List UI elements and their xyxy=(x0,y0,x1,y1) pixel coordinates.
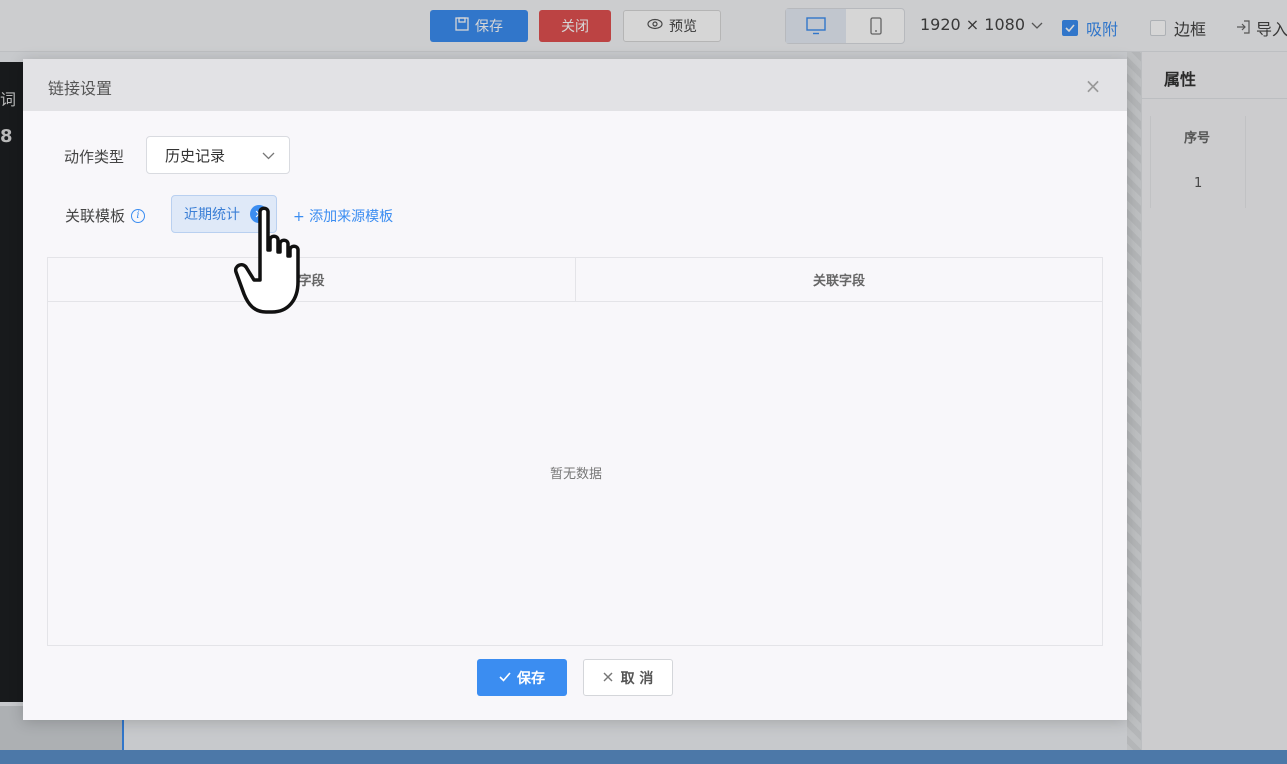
template-label: 关联模板 xyxy=(65,207,126,225)
save-button-label: 保存 xyxy=(517,670,545,687)
save-button[interactable]: 保存 xyxy=(477,659,567,696)
action-type-label: 动作类型 xyxy=(64,148,125,166)
add-source-template-link[interactable]: + 添加来源模板 xyxy=(293,206,393,226)
empty-state-text: 暂无数据 xyxy=(549,467,602,482)
dialog-title: 链接设置 xyxy=(48,79,113,98)
cancel-button[interactable]: 取 消 xyxy=(583,659,673,696)
dialog-header: 链接设置 × xyxy=(23,59,1127,111)
chevron-down-icon xyxy=(262,146,275,164)
column-header-field: 字段 xyxy=(48,258,576,302)
check-icon xyxy=(499,670,511,686)
remove-tag-icon[interactable]: ✕ xyxy=(250,205,268,223)
template-tag-label: 近期统计 xyxy=(184,207,240,223)
action-type-select[interactable]: 历史记录 xyxy=(146,136,290,174)
field-mapping-table: 字段 关联字段 暂无数据 xyxy=(47,257,1103,646)
link-settings-dialog: 链接设置 × 动作类型 历史记录 关联模板 i 近期统计 ✕ + 添加来源模板 … xyxy=(23,59,1127,720)
info-icon[interactable]: i xyxy=(131,208,146,223)
action-type-value: 历史记录 xyxy=(165,146,226,165)
close-icon xyxy=(603,670,613,686)
template-tag[interactable]: 近期统计 ✕ xyxy=(171,195,277,233)
column-header-linked-field: 关联字段 xyxy=(576,258,1102,302)
cancel-button-label: 取 消 xyxy=(620,670,654,687)
template-label-group: 关联模板 i xyxy=(65,205,146,226)
close-icon[interactable]: × xyxy=(1083,76,1103,96)
